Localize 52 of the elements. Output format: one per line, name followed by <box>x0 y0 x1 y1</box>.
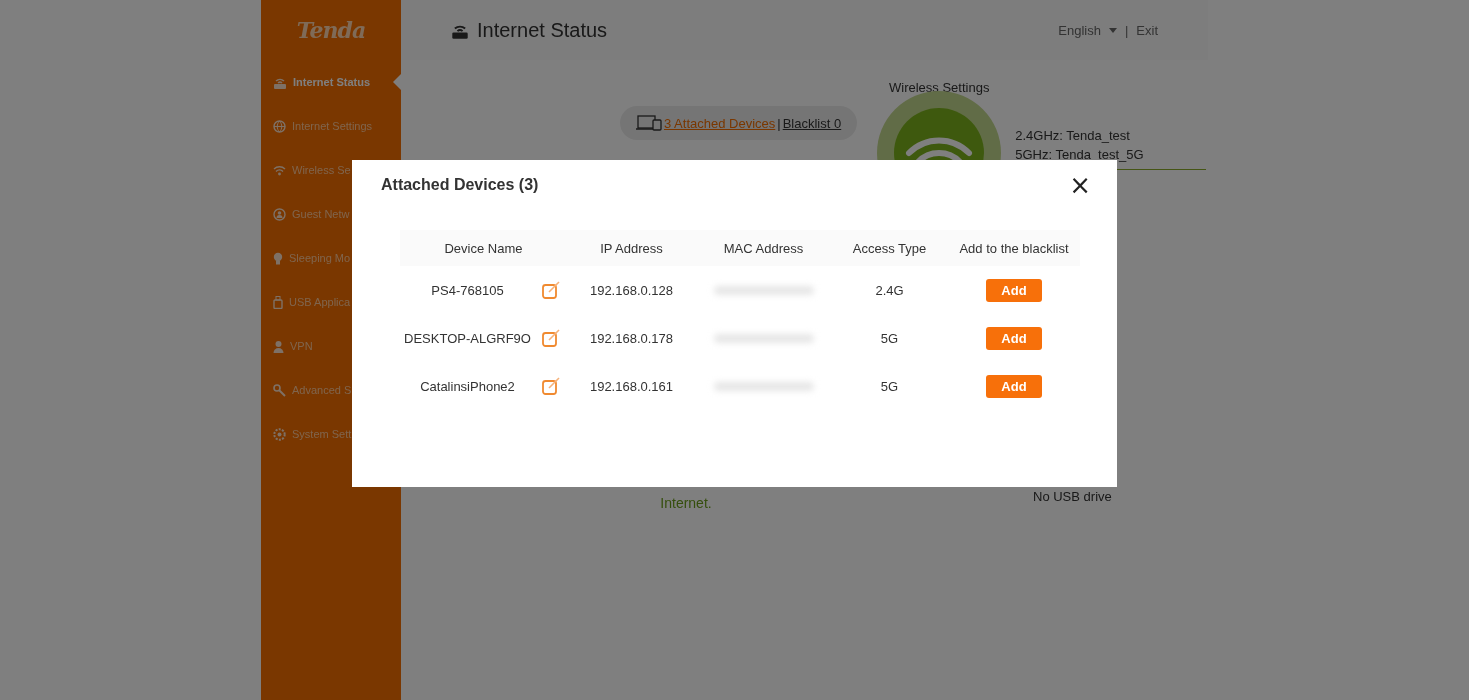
attached-devices-link[interactable]: 3 Attached Devices <box>664 115 776 131</box>
devices-icon <box>636 115 662 131</box>
table-cell-text: 5G <box>879 377 900 396</box>
blacklist-link[interactable]: Blacklist 0 <box>782 115 842 131</box>
sidebar-item[interactable]: Internet Settings <box>261 104 401 148</box>
ssid-text: 5GHz: Tenda_test_5G <box>1015 146 1145 164</box>
usb-status: No USB drive <box>1033 489 1112 506</box>
sidebar-item[interactable]: Advanced S <box>261 368 401 412</box>
dialog-title: Attached Devices (3) <box>381 176 539 194</box>
language-selector[interactable]: English <box>1058 22 1101 38</box>
table-cell: 192.168.0.128 <box>567 266 696 314</box>
separator: | <box>777 115 781 131</box>
sidebar-item[interactable]: VPN <box>261 324 401 368</box>
edit-icon[interactable] <box>542 376 562 396</box>
table-cell-text: 5G <box>879 329 900 348</box>
bulb-icon <box>273 251 283 265</box>
wireless-title: Wireless Settings <box>889 80 990 95</box>
person-icon <box>273 339 284 353</box>
sidebar-item[interactable]: System Sett <box>261 412 401 456</box>
sidebar-item[interactable]: Sleeping Mo <box>261 236 401 280</box>
column-header: Device Name <box>400 230 567 266</box>
brand-logo: Tenda <box>295 16 367 45</box>
usb-icon <box>273 295 283 309</box>
table-cell-text: 192.168.0.161 <box>588 377 675 396</box>
gear-icon <box>273 427 286 441</box>
column-header: Add to the blacklist <box>948 230 1080 266</box>
wifi-icon <box>273 164 286 176</box>
column-header: Access Type <box>831 230 948 266</box>
add-button[interactable]: Add <box>986 278 1042 302</box>
device-name: DESKTOP-ALGRF9O <box>403 330 532 346</box>
column-header: IP Address <box>567 230 696 266</box>
page-title: Internet Status <box>477 18 608 42</box>
table-cell-text: 192.168.0.178 <box>588 329 675 348</box>
device-name: CatalinsiPhone2 <box>419 378 516 394</box>
edit-icon[interactable] <box>542 280 562 300</box>
sidebar-item[interactable]: Internet Status <box>261 60 401 104</box>
table-cell: 2.4G <box>831 266 948 314</box>
add-button[interactable]: Add <box>986 374 1042 398</box>
close-button[interactable]: × <box>1063 174 1097 196</box>
exit-link[interactable]: Exit <box>1136 22 1158 38</box>
column-header: MAC Address <box>696 230 831 266</box>
connection-status: Internet. <box>660 495 712 511</box>
separator: | <box>1124 22 1129 38</box>
globe-icon <box>273 119 286 133</box>
caret-icon <box>1108 27 1117 33</box>
device-name: PS4-768105 <box>430 282 505 298</box>
sidebar-item[interactable]: USB Applica <box>261 280 401 324</box>
edit-icon[interactable] <box>542 328 562 348</box>
guest-icon <box>273 207 286 221</box>
add-button[interactable]: Add <box>986 326 1042 350</box>
sidebar-item[interactable]: Guest Netw <box>261 192 401 236</box>
ssid-text: 2.4GHz: Tenda_test <box>1015 127 1131 145</box>
